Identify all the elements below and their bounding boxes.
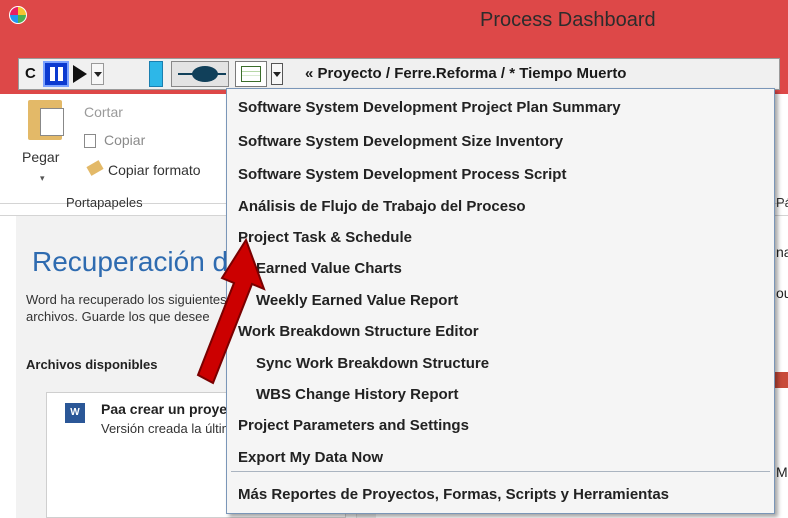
document-text-fragment: M bbox=[776, 464, 788, 480]
format-painter-icon[interactable] bbox=[86, 160, 104, 176]
window-title: Process Dashboard bbox=[480, 9, 656, 31]
dashboard-toolbar: C « Proyecto / Ferre.Reforma / * Tiempo … bbox=[18, 58, 780, 90]
menu-item-process-script[interactable]: Software System Development Process Scri… bbox=[228, 160, 773, 190]
available-files-heading: Archivos disponibles bbox=[26, 357, 158, 372]
menu-item-weekly-earned-value-report[interactable]: Weekly Earned Value Report bbox=[228, 286, 773, 316]
menu-separator bbox=[231, 471, 770, 472]
recovery-description-line1: Word ha recuperado los siguientes bbox=[26, 292, 227, 307]
menu-item-size-inventory[interactable]: Software System Development Size Invento… bbox=[228, 127, 773, 157]
paste-button-label[interactable]: Pegar bbox=[22, 149, 59, 165]
menu-item-earned-value-charts[interactable]: Earned Value Charts bbox=[228, 254, 773, 284]
play-icon[interactable] bbox=[73, 65, 87, 83]
menu-item-export-data[interactable]: Export My Data Now bbox=[228, 443, 773, 473]
reports-dropdown-menu: Software System Development Project Plan… bbox=[226, 88, 775, 514]
completed-checkbox-label[interactable]: C bbox=[25, 65, 36, 82]
menu-item-wbs-change-history[interactable]: WBS Change History Report bbox=[228, 380, 773, 410]
menu-item-wbs-editor[interactable]: Work Breakdown Structure Editor bbox=[228, 317, 773, 347]
recovery-description-line2: archivos. Guarde los que desee bbox=[26, 309, 210, 324]
defect-log-bug-icon[interactable] bbox=[171, 61, 229, 87]
menu-item-project-parameters[interactable]: Project Parameters and Settings bbox=[228, 411, 773, 441]
paste-icon[interactable] bbox=[28, 100, 64, 140]
menu-item-more-reports[interactable]: Más Reportes de Proyectos, Formas, Scrip… bbox=[228, 480, 773, 510]
menu-item-project-plan-summary[interactable]: Software System Development Project Plan… bbox=[228, 93, 773, 123]
report-sheet-icon bbox=[241, 66, 261, 82]
process-dashboard-logo-icon bbox=[9, 6, 27, 24]
paste-dropdown-icon[interactable]: ▾ bbox=[40, 173, 45, 184]
document-text-fragment: ou bbox=[776, 285, 788, 301]
reports-dropdown-icon[interactable] bbox=[271, 63, 283, 85]
process-dashboard-window: Process Dashboard C « Proyecto / Ferre.R… bbox=[0, 0, 788, 94]
copy-icon[interactable] bbox=[84, 134, 96, 148]
ribbon-group-label-right: Pá bbox=[776, 195, 788, 210]
title-bar[interactable]: Process Dashboard bbox=[0, 0, 788, 40]
hierarchy-path-selector[interactable]: « Proyecto / Ferre.Reforma / * Tiempo Mu… bbox=[305, 65, 626, 82]
clipboard-group-label: Portapapeles bbox=[66, 195, 143, 210]
menu-item-workflow-analysis[interactable]: Análisis de Flujo de Trabajo del Proceso bbox=[228, 192, 773, 222]
menu-item-sync-wbs[interactable]: Sync Work Breakdown Structure bbox=[228, 349, 773, 379]
cut-button[interactable]: Cortar bbox=[84, 104, 123, 120]
format-painter-button[interactable]: Copiar formato bbox=[108, 162, 201, 178]
pause-icon[interactable] bbox=[43, 61, 69, 87]
timer-dropdown-icon[interactable] bbox=[91, 63, 104, 85]
document-text-fragment: na bbox=[776, 244, 788, 260]
menu-item-project-task-schedule[interactable]: Project Task & Schedule bbox=[228, 223, 773, 253]
word-document-icon: W bbox=[65, 403, 85, 423]
progress-indicator bbox=[149, 61, 163, 87]
reports-script-icon[interactable] bbox=[235, 61, 267, 87]
copy-button[interactable]: Copiar bbox=[104, 132, 145, 148]
